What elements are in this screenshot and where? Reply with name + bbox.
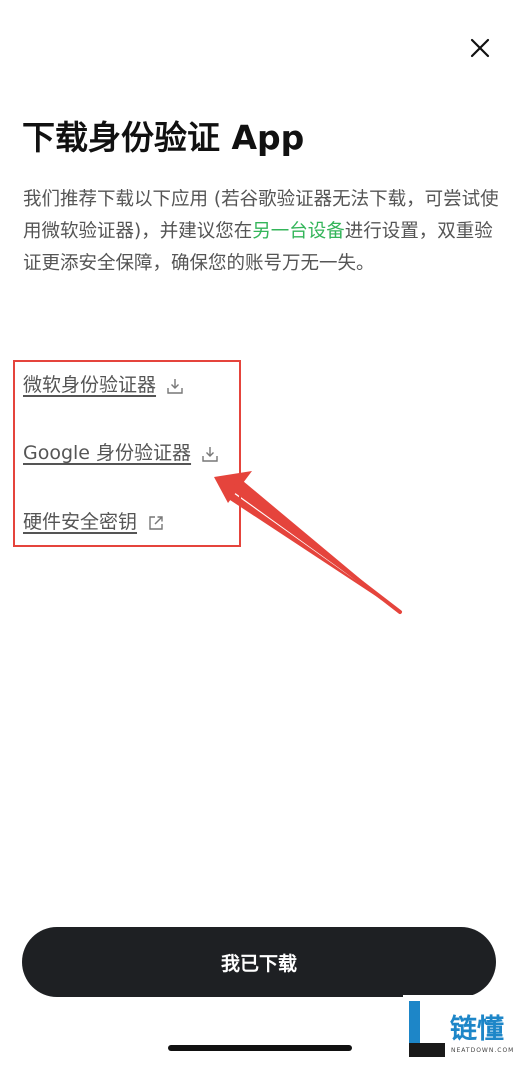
- home-indicator: [168, 1045, 352, 1051]
- annotation-arrow: [214, 471, 402, 614]
- downloaded-button[interactable]: 我已下载: [22, 927, 496, 997]
- watermark-subtext: NEATDOWN.COM: [451, 1047, 515, 1054]
- watermark-logo: 链懂 NEATDOWN.COM: [403, 995, 522, 1065]
- watermark-text: 链懂: [450, 1014, 504, 1045]
- watermark-logo-icon: [409, 1001, 445, 1057]
